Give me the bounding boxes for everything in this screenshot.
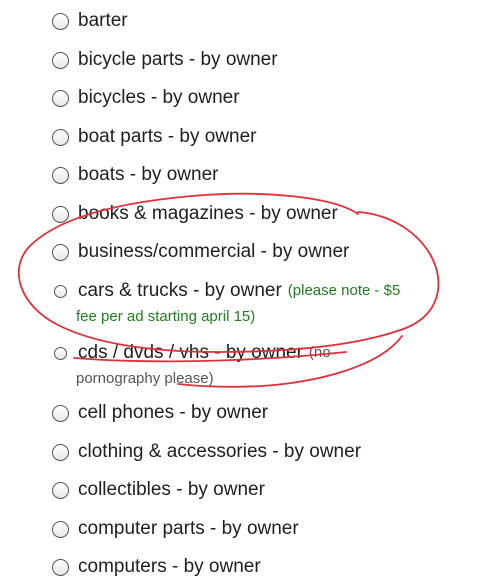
category-label: cars & trucks - by owner xyxy=(78,280,282,301)
category-note: (no xyxy=(308,344,331,361)
radio-button[interactable] xyxy=(52,443,69,461)
category-label: boat parts - by owner xyxy=(78,126,257,147)
category-option-barter[interactable]: barter xyxy=(52,9,472,33)
radio-button[interactable] xyxy=(54,284,67,298)
category-option-books-magazines[interactable]: books & magazines - by owner xyxy=(52,202,472,226)
category-label: bicycle parts - by owner xyxy=(78,49,278,70)
category-option-cars-trucks[interactable]: cars & trucks - by owner (please note - … xyxy=(52,279,472,303)
radio-button[interactable] xyxy=(54,346,67,360)
category-note-continued: fee per ad starting april 15) xyxy=(76,308,256,325)
category-label: computer parts - by owner xyxy=(78,518,299,539)
radio-button[interactable] xyxy=(52,520,69,538)
category-radio-list: barter bicycle parts - by owner bicycles… xyxy=(0,0,480,588)
radio-button[interactable] xyxy=(52,558,69,576)
category-note: (please note - $5 xyxy=(287,282,401,299)
category-option-boats[interactable]: boats - by owner xyxy=(52,163,472,187)
radio-button[interactable] xyxy=(52,89,69,107)
category-label: barter xyxy=(78,10,128,31)
radio-button[interactable] xyxy=(52,243,69,261)
category-label: cell phones - by owner xyxy=(78,402,269,423)
category-label: business/commercial - by owner xyxy=(78,241,350,262)
radio-button[interactable] xyxy=(52,128,69,146)
category-option-business-commercial[interactable]: business/commercial - by owner xyxy=(52,240,472,264)
radio-button[interactable] xyxy=(52,51,69,69)
category-option-collectibles[interactable]: collectibles - by owner xyxy=(52,478,472,502)
category-label: computers - by owner xyxy=(78,556,261,577)
category-option-cell-phones[interactable]: cell phones - by owner xyxy=(52,401,472,425)
category-option-bicycles[interactable]: bicycles - by owner xyxy=(52,86,472,110)
category-option-cds-dvds-vhs[interactable]: cds / dvds / vhs - by owner (no xyxy=(52,341,472,365)
category-label: clothing & accessories - by owner xyxy=(78,441,362,462)
category-option-clothing-accessories[interactable]: clothing & accessories - by owner xyxy=(52,440,472,464)
category-option-computers[interactable]: computers - by owner xyxy=(52,555,472,579)
category-label: collectibles - by owner xyxy=(78,479,265,500)
category-note-continued: pornography please) xyxy=(76,370,214,387)
category-option-bicycle-parts[interactable]: bicycle parts - by owner xyxy=(52,48,472,72)
category-label: books & magazines - by owner xyxy=(78,203,338,224)
category-label: boats - by owner xyxy=(78,164,219,185)
radio-button[interactable] xyxy=(52,12,69,30)
radio-button[interactable] xyxy=(52,205,69,223)
radio-button[interactable] xyxy=(52,404,69,422)
radio-button[interactable] xyxy=(52,481,69,499)
category-option-boat-parts[interactable]: boat parts - by owner xyxy=(52,125,472,149)
category-option-computer-parts[interactable]: computer parts - by owner xyxy=(52,517,472,541)
category-label: cds / dvds / vhs - by owner xyxy=(78,342,303,363)
radio-button[interactable] xyxy=(52,166,69,184)
category-label: bicycles - by owner xyxy=(78,87,240,108)
